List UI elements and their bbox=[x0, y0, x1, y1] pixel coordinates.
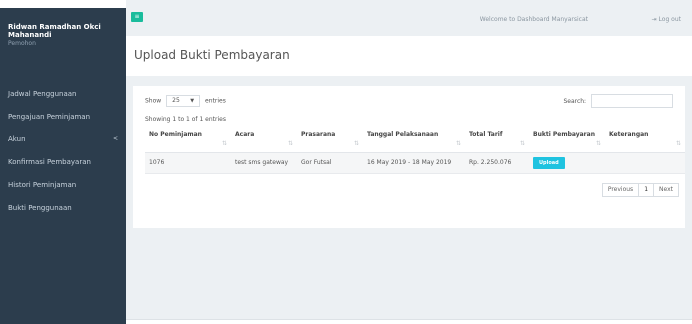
footer bbox=[126, 320, 692, 324]
search-input[interactable] bbox=[591, 94, 673, 108]
show-label: Show bbox=[145, 97, 162, 105]
logout-button[interactable]: ⇥ Log out bbox=[652, 16, 681, 23]
cell-no-peminjaman: 1076 bbox=[145, 152, 231, 174]
page-title: Upload Bukti Pembayaran bbox=[134, 48, 290, 62]
column-header-label: No Peminjaman bbox=[149, 131, 202, 138]
content-panel: Show 25 ▼ entries Search: Showing 1 to 1… bbox=[133, 86, 685, 228]
topbar: ≡ Welcome to Dashboard Manyarsicat ⇥ Log… bbox=[126, 8, 692, 36]
search-control: Search: bbox=[563, 94, 673, 108]
next-page-button[interactable]: Next bbox=[653, 183, 679, 197]
page-header: Upload Bukti Pembayaran bbox=[126, 36, 692, 76]
column-header-label: Tanggal Pelaksanaan bbox=[367, 131, 439, 138]
table-info: Showing 1 to 1 of 1 entries bbox=[145, 116, 226, 123]
sidebar-item-akun[interactable]: Akun < bbox=[0, 132, 126, 146]
column-header-prasarana[interactable]: Prasarana ⇅ bbox=[297, 126, 363, 153]
column-header-label: Keterangan bbox=[609, 131, 649, 138]
welcome-text: Welcome to Dashboard Manyarsicat bbox=[479, 16, 588, 23]
cell-keterangan bbox=[605, 152, 685, 174]
column-header-label: Bukti Pembayaran bbox=[533, 131, 595, 138]
user-name: Ridwan Ramadhan Okci Mahanandi bbox=[8, 23, 101, 39]
sidebar-item-label: Bukti Penggunaan bbox=[8, 204, 72, 212]
sidebar-item-histori-peminjaman[interactable]: Histori Peminjaman bbox=[0, 178, 126, 192]
user-role: Pemohon bbox=[8, 40, 36, 47]
sidebar-item-label: Pengajuan Peminjaman bbox=[8, 113, 91, 121]
column-header-label: Acara bbox=[235, 131, 255, 138]
sidebar-item-label: Akun bbox=[8, 135, 26, 143]
pagination: Previous 1 Next bbox=[601, 183, 679, 197]
sort-icon: ⇅ bbox=[353, 139, 359, 147]
sidebar-item-label: Konfirmasi Pembayaran bbox=[8, 158, 91, 166]
sidebar-item-label: Histori Peminjaman bbox=[8, 181, 77, 189]
sidebar-top-strip bbox=[0, 0, 126, 8]
sort-icon: ⇅ bbox=[455, 139, 461, 147]
data-table: No Peminjaman ⇅ Acara ⇅ Prasarana ⇅ Tanggal… bbox=[145, 126, 685, 174]
caret-down-icon: ▼ bbox=[190, 98, 195, 104]
upload-button[interactable]: Upload bbox=[533, 156, 565, 169]
search-label: Search: bbox=[563, 97, 587, 105]
user-block: Ridwan Ramadhan Okci Mahanandi Pemohon bbox=[8, 23, 122, 48]
entries-select[interactable]: 25 ▼ bbox=[166, 95, 201, 107]
app-root: Ridwan Ramadhan Okci Mahanandi Pemohon J… bbox=[0, 0, 692, 324]
entries-control: Show 25 ▼ entries bbox=[145, 95, 226, 107]
table-header-row: No Peminjaman ⇅ Acara ⇅ Prasarana ⇅ Tanggal… bbox=[145, 126, 685, 153]
cell-acara: test sms gateway bbox=[231, 152, 297, 174]
sidebar-item-label: Jadwal Penggunaan bbox=[8, 90, 77, 98]
sort-icon: ⇅ bbox=[519, 139, 525, 147]
column-header-bukti-pembayaran[interactable]: Bukti Pembayaran ⇅ bbox=[529, 126, 605, 153]
cell-tanggal: 16 May 2019 - 18 May 2019 bbox=[363, 152, 465, 174]
column-header-acara[interactable]: Acara ⇅ bbox=[231, 126, 297, 153]
previous-page-button[interactable]: Previous bbox=[601, 183, 640, 197]
sort-icon: ⇅ bbox=[675, 139, 681, 147]
column-header-label: Total Tarif bbox=[469, 131, 503, 138]
column-header-label: Prasarana bbox=[301, 131, 336, 138]
sidebar-item-pengajuan-peminjaman[interactable]: Pengajuan Peminjaman bbox=[0, 110, 126, 124]
logout-label: Log out bbox=[658, 16, 681, 23]
cell-total-tarif: Rp. 2.250.076 bbox=[465, 152, 529, 174]
sidebar: Ridwan Ramadhan Okci Mahanandi Pemohon J… bbox=[0, 0, 126, 324]
page-1-button[interactable]: 1 bbox=[638, 183, 655, 197]
main-area: ≡ Welcome to Dashboard Manyarsicat ⇥ Log… bbox=[126, 0, 692, 324]
column-header-keterangan[interactable]: Keterangan ⇅ bbox=[605, 126, 685, 153]
column-header-no-peminjaman[interactable]: No Peminjaman ⇅ bbox=[145, 126, 231, 153]
sidebar-item-jadwal-penggunaan[interactable]: Jadwal Penggunaan bbox=[0, 87, 126, 101]
sort-icon: ⇅ bbox=[287, 139, 293, 147]
chevron-left-icon: < bbox=[112, 135, 118, 142]
sort-icon: ⇅ bbox=[595, 139, 601, 147]
column-header-tanggal[interactable]: Tanggal Pelaksanaan ⇅ bbox=[363, 126, 465, 153]
sidebar-item-konfirmasi-pembayaran[interactable]: Konfirmasi Pembayaran bbox=[0, 155, 126, 169]
logout-icon: ⇥ bbox=[651, 16, 657, 23]
cell-prasarana: Gor Futsal bbox=[297, 152, 363, 174]
sort-asc-icon: ⇅ bbox=[221, 139, 227, 147]
entries-value: 25 bbox=[172, 97, 180, 104]
sidebar-item-bukti-penggunaan[interactable]: Bukti Penggunaan bbox=[0, 201, 126, 215]
table-row: 1076 test sms gateway Gor Futsal 16 May … bbox=[145, 152, 685, 174]
cell-bukti-pembayaran: Upload bbox=[529, 152, 605, 174]
menu-toggle-icon[interactable]: ≡ bbox=[131, 12, 143, 22]
column-header-total-tarif[interactable]: Total Tarif ⇅ bbox=[465, 126, 529, 153]
entries-label: entries bbox=[205, 97, 226, 105]
